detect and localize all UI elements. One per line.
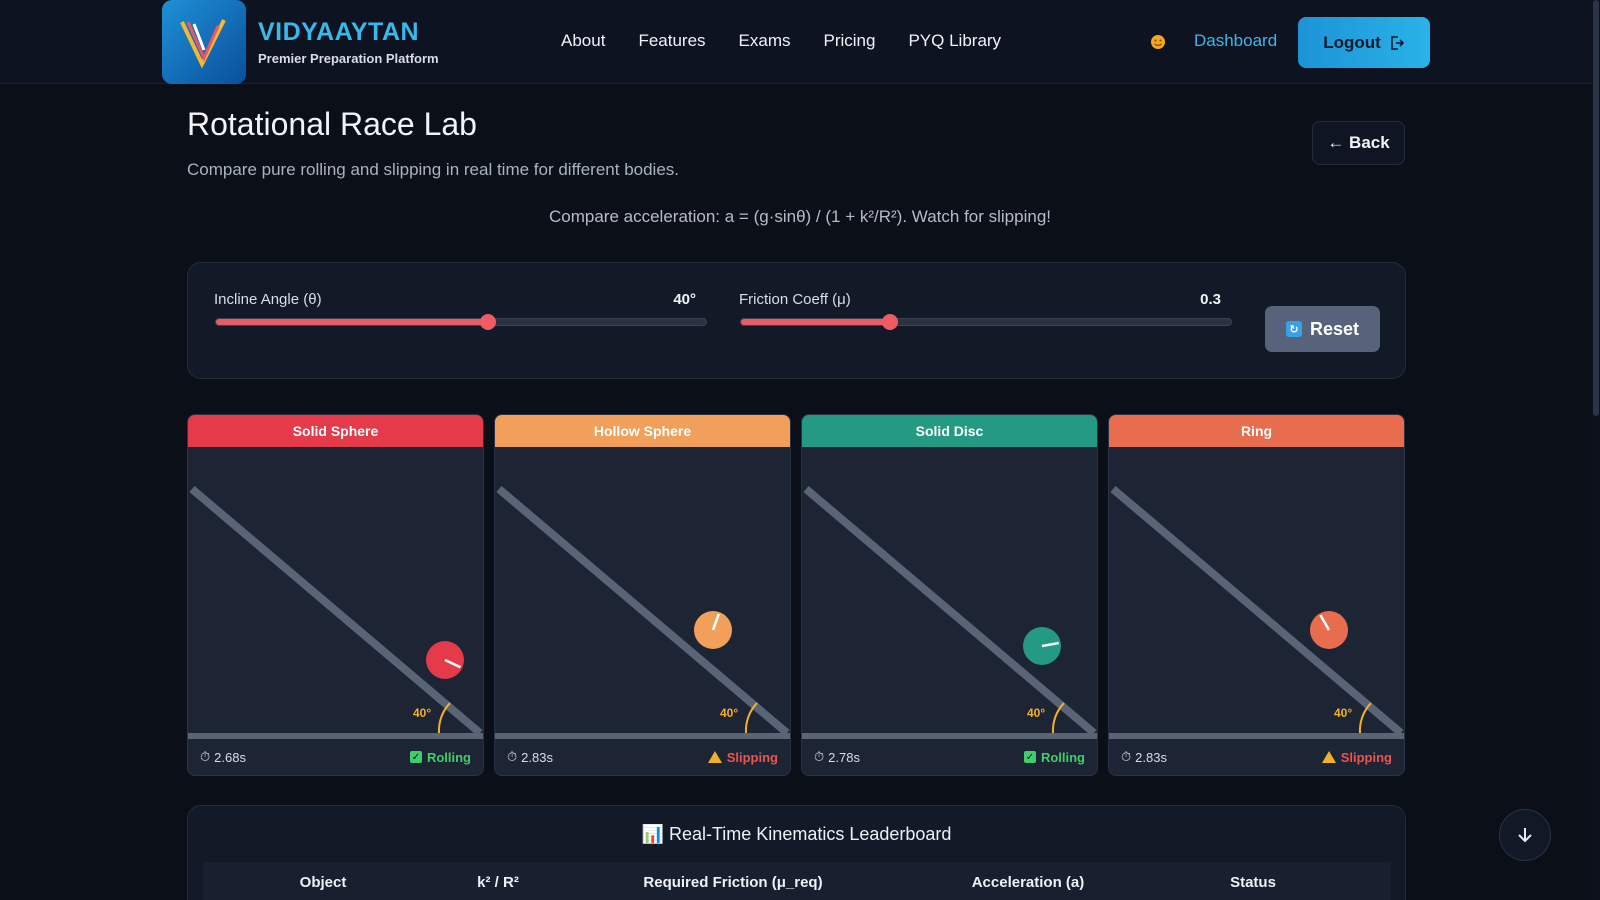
angle-arc-label: 40° [413, 706, 431, 720]
motion-status: Slipping [707, 749, 778, 765]
leaderboard-panel: 📊 Real-Time Kinematics Leaderboard Objec… [187, 805, 1406, 900]
brand-tagline: Premier Preparation Platform [258, 51, 439, 66]
incline-scene: 40° [188, 485, 483, 741]
nav-exams[interactable]: Exams [739, 31, 791, 51]
angle-slider[interactable] [215, 314, 707, 330]
angle-arc-label: 40° [1334, 706, 1352, 720]
logout-label: Logout [1323, 32, 1381, 52]
friction-value: 0.3 [1200, 291, 1221, 308]
friction-slider-thumb[interactable] [882, 314, 899, 330]
incline-scene: 40° [802, 485, 1097, 741]
motion-status-label: Rolling [1040, 749, 1085, 765]
leaderboard-header-row: Object k² / R² Required Friction (μ_req)… [203, 862, 1391, 900]
incline-scene: 40° [1109, 485, 1404, 741]
back-button[interactable]: ← Back [1312, 121, 1405, 165]
body-card-footer: ⏱ 2.78s ✓ Rolling [802, 739, 1097, 775]
elapsed-time-value: 2.68s [214, 749, 246, 765]
page-scrollbar-thumb[interactable] [1593, 0, 1599, 416]
elapsed-time-value: 2.78s [828, 749, 860, 765]
logout-button[interactable]: Logout [1298, 17, 1430, 68]
nav-pricing[interactable]: Pricing [824, 31, 876, 51]
body-card-title: Solid Disc [802, 415, 1097, 447]
elapsed-time-value: 2.83s [1135, 749, 1167, 765]
col-acceleration: Acceleration (a) [971, 874, 1085, 891]
body-card: Hollow Sphere 40° ⏱ 2.83s Slipping [494, 414, 791, 776]
controls-panel: Incline Angle (θ) 40° Friction Coeff (μ)… [187, 262, 1406, 379]
angle-arc-label: 40° [1027, 706, 1045, 720]
angle-label: Incline Angle (θ) [214, 291, 322, 308]
top-navbar: VIDYAAYTAN Premier Preparation Platform … [0, 0, 1600, 84]
col-required-friction: Required Friction (μ_req) [643, 874, 823, 891]
reset-button[interactable]: ↻ Reset [1265, 306, 1380, 352]
incline-ramp [496, 485, 790, 737]
brand-name: VIDYAAYTAN [258, 18, 420, 46]
scroll-down-button[interactable] [1499, 809, 1551, 861]
warning-icon [1321, 751, 1336, 763]
friction-slider-fill [741, 319, 891, 325]
reset-label: Reset [1309, 318, 1360, 339]
stopwatch-icon: ⏱ [200, 749, 211, 764]
incline-scene: 40° [495, 485, 790, 741]
check-icon: ✓ [1023, 751, 1036, 763]
elapsed-time: ⏱ 2.83s [507, 749, 553, 765]
angle-value: 40° [673, 291, 696, 308]
friction-label: Friction Coeff (μ) [739, 291, 851, 308]
page-subtitle: Compare pure rolling and slipping in rea… [187, 160, 680, 179]
page-scrollbar[interactable] [1592, 0, 1600, 900]
warning-icon [707, 751, 722, 763]
logout-icon [1390, 35, 1404, 50]
body-card-title: Ring [1109, 415, 1404, 447]
body-card: Solid Disc 40° ⏱ 2.78s ✓ Rolling [801, 414, 1098, 776]
col-object: Object [299, 874, 347, 891]
motion-status-label: Slipping [726, 749, 778, 765]
incline-ramp [803, 485, 1097, 737]
arrow-down-icon [1518, 828, 1532, 843]
stopwatch-icon: ⏱ [507, 749, 518, 764]
page-title: Rotational Race Lab [187, 106, 477, 142]
leaderboard-title: 📊 Real-Time Kinematics Leaderboard [641, 824, 952, 844]
theme-toggle-icon[interactable] [1148, 32, 1168, 52]
angle-slider-thumb[interactable] [480, 314, 497, 330]
motion-status: ✓ Rolling [409, 749, 471, 765]
stopwatch-icon: ⏱ [814, 749, 825, 764]
nav-features[interactable]: Features [638, 31, 705, 51]
motion-status-label: Rolling [426, 749, 471, 765]
elapsed-time: ⏱ 2.78s [814, 749, 860, 765]
col-k2r2: k² / R² [477, 874, 519, 891]
elapsed-time: ⏱ 2.83s [1121, 749, 1167, 765]
body-card-title: Solid Sphere [188, 415, 483, 447]
motion-status-label: Slipping [1340, 749, 1392, 765]
body-card: Solid Sphere 40° ⏱ 2.68s ✓ Rolling [187, 414, 484, 776]
elapsed-time: ⏱ 2.68s [200, 749, 246, 765]
formula-hint: Compare acceleration: a = (g·sinθ) / (1 … [549, 207, 1051, 226]
angle-slider-fill [216, 319, 489, 325]
dashboard-link[interactable]: Dashboard [1194, 31, 1277, 51]
friction-slider[interactable] [740, 314, 1232, 330]
body-card-footer: ⏱ 2.68s ✓ Rolling [188, 739, 483, 775]
body-card-title: Hollow Sphere [495, 415, 790, 447]
body-card-footer: ⏱ 2.83s Slipping [495, 739, 790, 775]
logo-v-icon [180, 19, 226, 69]
angle-arc-label: 40° [720, 706, 738, 720]
incline-ramp [1110, 485, 1404, 737]
nav-pyq-library[interactable]: PYQ Library [908, 31, 1001, 51]
col-status: Status [1230, 874, 1276, 891]
brand-logo[interactable] [162, 0, 246, 84]
body-card-footer: ⏱ 2.83s Slipping [1109, 739, 1404, 775]
elapsed-time-value: 2.83s [521, 749, 553, 765]
motion-status: Slipping [1321, 749, 1392, 765]
body-card: Ring 40° ⏱ 2.83s Slipping [1108, 414, 1405, 776]
nav-about[interactable]: About [561, 31, 605, 51]
incline-ramp [189, 485, 483, 737]
motion-status: ✓ Rolling [1023, 749, 1085, 765]
reset-icon: ↻ [1285, 321, 1302, 337]
stopwatch-icon: ⏱ [1121, 749, 1132, 764]
check-icon: ✓ [409, 751, 422, 763]
main-nav: About Features Exams Pricing PYQ Library [561, 31, 1001, 51]
